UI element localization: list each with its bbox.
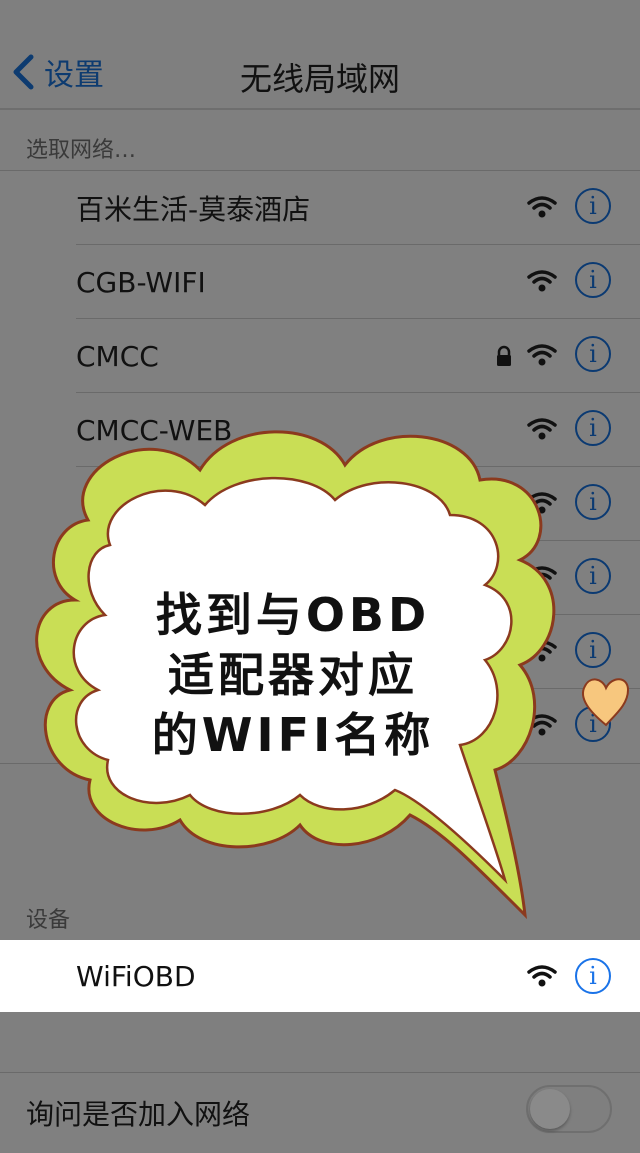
callout-line-1: 找到与OBD [155,588,431,642]
callout-text: 找到与OBD 适配器对应 的WIFI名称 [128,585,458,765]
callout-line-2: 适配器对应 [168,648,418,702]
callout-bubble [35,430,630,920]
callout-line-3: 的WIFI名称 [151,708,435,762]
heart-icon [582,678,630,727]
